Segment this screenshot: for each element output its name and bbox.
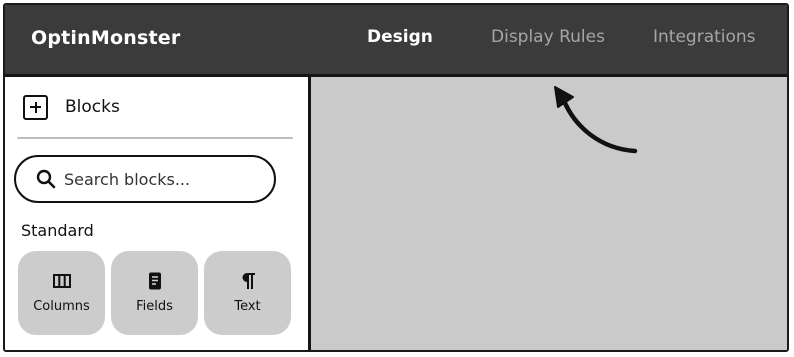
add-block-icon[interactable] — [23, 94, 48, 120]
tab-integrations[interactable]: Integrations — [653, 27, 756, 47]
tab-design[interactable]: Design — [367, 27, 433, 47]
fields-icon — [148, 272, 161, 290]
design-canvas[interactable] — [311, 77, 787, 350]
block-tile-label: Columns — [33, 299, 90, 314]
search-icon — [36, 169, 56, 189]
block-tile-text[interactable]: Text — [204, 251, 291, 335]
brand-logo-text: OptinMonster — [31, 27, 181, 49]
curved-arrow-icon — [554, 86, 638, 154]
tab-display-rules[interactable]: Display Rules — [491, 27, 605, 47]
blocks-panel-header[interactable]: Blocks — [23, 93, 120, 121]
app-window: OptinMonster Design Display Rules Integr… — [3, 3, 789, 352]
block-tile-label: Text — [234, 299, 261, 314]
block-tile-columns[interactable]: Columns — [18, 251, 105, 335]
search-blocks-field[interactable] — [14, 155, 276, 203]
blocks-panel-title: Blocks — [65, 97, 120, 117]
search-blocks-input[interactable] — [64, 169, 264, 189]
blocks-sidebar: Blocks Standard Columns — [5, 77, 311, 350]
block-tile-fields[interactable]: Fields — [111, 251, 198, 335]
block-tile-label: Fields — [136, 299, 173, 314]
top-navigation-bar: OptinMonster Design Display Rules Integr… — [5, 5, 787, 77]
columns-icon — [52, 274, 71, 288]
standard-section-title: Standard — [21, 221, 94, 240]
pilcrow-icon — [242, 273, 255, 289]
sidebar-divider — [17, 137, 293, 139]
